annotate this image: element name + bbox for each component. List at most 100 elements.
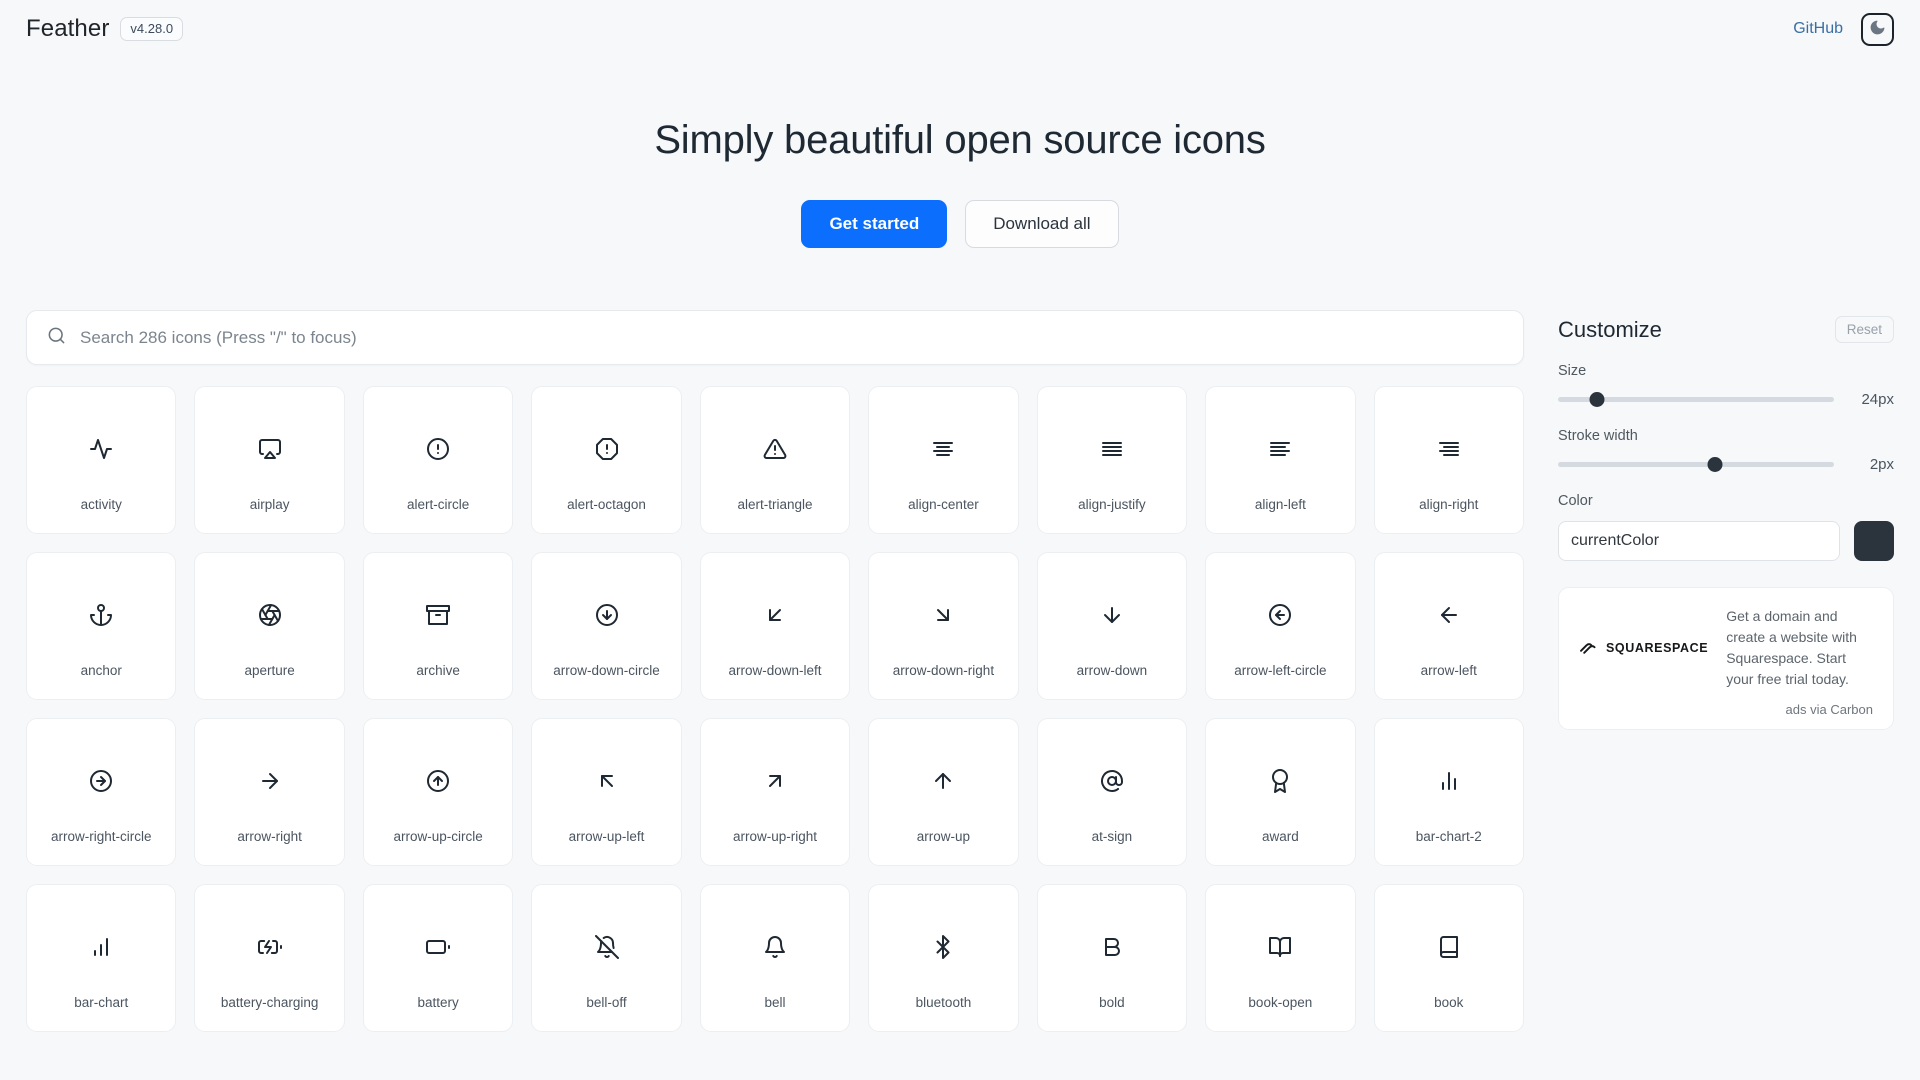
icon-card-bar-chart-2[interactable]: bar-chart-2 xyxy=(1373,718,1524,867)
icon-card-anchor[interactable]: anchor xyxy=(26,552,177,701)
icon-label: bar-chart xyxy=(74,995,129,1011)
search-bar[interactable] xyxy=(26,310,1524,366)
arrow-up-right-icon xyxy=(763,769,787,793)
icon-card-arrow-up-left[interactable]: arrow-up-left xyxy=(531,718,682,867)
alert-circle-icon xyxy=(426,437,450,461)
ad-body: SQUARESPACE Get a domain and create a we… xyxy=(1579,606,1873,690)
icon-card-award[interactable]: award xyxy=(1205,718,1356,867)
reset-button[interactable]: Reset xyxy=(1834,316,1894,344)
theme-toggle-button[interactable] xyxy=(1861,12,1894,46)
arrow-up-circle-icon xyxy=(426,769,450,793)
arrow-right-icon xyxy=(258,769,282,793)
site-header: Feather v4.28.0 GitHub xyxy=(0,0,1920,58)
icon-card-bluetooth[interactable]: bluetooth xyxy=(868,884,1019,1033)
icon-card-bell[interactable]: bell xyxy=(699,884,851,1033)
sidebar: Customize Reset Size 24px Stroke width 2… xyxy=(1558,310,1894,731)
icon-card-bell-off[interactable]: bell-off xyxy=(531,884,682,1033)
customize-panel-header: Customize Reset xyxy=(1558,316,1894,344)
icon-card-align-justify[interactable]: align-justify xyxy=(1036,386,1188,535)
icon-card-alert-triangle[interactable]: alert-triangle xyxy=(699,386,851,535)
hero-section: Simply beautiful open source icons Get s… xyxy=(0,58,1920,249)
main-content: activity airplay alert-circle alert-octagon… xyxy=(0,310,1920,1033)
size-slider-row: 24px xyxy=(1558,391,1894,408)
stroke-width-label: Stroke width xyxy=(1558,428,1638,445)
icon-card-arrow-left-circle[interactable]: arrow-left-circle xyxy=(1205,552,1356,701)
icon-label: arrow-down-left xyxy=(728,663,822,679)
arrow-down-right-icon xyxy=(931,603,955,627)
icon-card-arrow-right-circle[interactable]: arrow-right-circle xyxy=(26,718,177,867)
icons-column: activity airplay alert-circle alert-octagon… xyxy=(26,310,1524,1033)
get-started-button[interactable]: Get started xyxy=(801,200,948,249)
icon-label: award xyxy=(1261,829,1299,845)
icon-card-bold[interactable]: bold xyxy=(1036,884,1188,1033)
brand: Feather v4.28.0 xyxy=(26,15,184,43)
icon-card-arrow-down[interactable]: arrow-down xyxy=(1036,552,1188,701)
search-input[interactable] xyxy=(80,327,1503,348)
icon-label: align-center xyxy=(908,497,979,513)
icon-card-book[interactable]: book xyxy=(1373,884,1524,1033)
icon-label: bell-off xyxy=(586,995,627,1011)
icon-card-battery[interactable]: battery xyxy=(362,884,514,1033)
icon-label: align-justify xyxy=(1078,497,1146,513)
stroke-width-value: 2px xyxy=(1869,456,1894,474)
stroke-width-slider[interactable] xyxy=(1558,457,1834,473)
icon-card-battery-charging[interactable]: battery-charging xyxy=(194,884,345,1033)
icon-card-arrow-left[interactable]: arrow-left xyxy=(1373,552,1524,701)
arrow-down-left-icon xyxy=(763,603,787,627)
header-actions: GitHub xyxy=(1793,12,1894,46)
color-swatch[interactable] xyxy=(1854,521,1894,562)
alert-triangle-icon xyxy=(763,437,787,461)
book-icon xyxy=(1437,935,1461,959)
icon-card-align-right[interactable]: align-right xyxy=(1373,386,1524,535)
icon-label: activity xyxy=(80,497,122,513)
icon-label: aperture xyxy=(244,663,295,679)
icon-label: archive xyxy=(416,663,460,679)
icon-card-aperture[interactable]: aperture xyxy=(194,552,345,701)
award-icon xyxy=(1268,769,1292,794)
github-link[interactable]: GitHub xyxy=(1793,20,1843,38)
icon-card-arrow-down-left[interactable]: arrow-down-left xyxy=(699,552,851,701)
icon-card-arrow-down-right[interactable]: arrow-down-right xyxy=(868,552,1019,701)
icon-label: arrow-up-circle xyxy=(393,829,483,845)
carbon-ad[interactable]: SQUARESPACE Get a domain and create a we… xyxy=(1558,587,1894,731)
icon-card-arrow-up-circle[interactable]: arrow-up-circle xyxy=(362,718,514,867)
icon-label: bell xyxy=(764,995,786,1011)
icon-card-arrow-up-right[interactable]: arrow-up-right xyxy=(699,718,851,867)
icon-label: bar-chart-2 xyxy=(1415,829,1482,845)
icon-card-alert-octagon[interactable]: alert-octagon xyxy=(531,386,682,535)
icon-label: bold xyxy=(1099,995,1125,1011)
icon-label: alert-triangle xyxy=(737,497,813,513)
icon-card-book-open[interactable]: book-open xyxy=(1205,884,1356,1033)
icon-card-align-center[interactable]: align-center xyxy=(868,386,1019,535)
icon-label: book xyxy=(1434,995,1464,1011)
icon-card-arrow-down-circle[interactable]: arrow-down-circle xyxy=(531,552,682,701)
stroke-width-field: Stroke width 2px xyxy=(1558,428,1894,473)
icon-card-archive[interactable]: archive xyxy=(362,552,514,701)
icon-card-airplay[interactable]: airplay xyxy=(194,386,345,535)
color-input[interactable] xyxy=(1558,521,1840,562)
size-slider[interactable] xyxy=(1558,392,1834,408)
arrow-left-circle-icon xyxy=(1268,603,1292,627)
bell-off-icon xyxy=(594,935,619,960)
icon-card-bar-chart[interactable]: bar-chart xyxy=(26,884,177,1033)
ad-logo-text: SQUARESPACE xyxy=(1606,641,1709,656)
icon-card-alert-circle[interactable]: alert-circle xyxy=(362,386,514,535)
icon-card-at-sign[interactable]: at-sign xyxy=(1036,718,1188,867)
download-all-button[interactable]: Download all xyxy=(965,200,1119,249)
arrow-down-circle-icon xyxy=(595,603,619,627)
icon-card-activity[interactable]: activity xyxy=(26,386,177,535)
icon-card-arrow-right[interactable]: arrow-right xyxy=(194,718,345,867)
align-right-icon xyxy=(1437,437,1461,461)
battery-icon xyxy=(426,935,451,959)
icon-label: arrow-down xyxy=(1076,663,1148,679)
size-slider-thumb[interactable] xyxy=(1589,392,1605,408)
moon-icon xyxy=(1869,19,1886,39)
icon-card-arrow-up[interactable]: arrow-up xyxy=(868,718,1019,867)
brand-name: Feather xyxy=(26,15,110,42)
aperture-icon xyxy=(258,603,282,627)
icon-label: align-left xyxy=(1254,497,1306,513)
icon-label: align-right xyxy=(1419,497,1479,513)
stroke-slider-thumb[interactable] xyxy=(1707,457,1723,473)
icon-card-align-left[interactable]: align-left xyxy=(1205,386,1356,535)
icon-label: alert-octagon xyxy=(567,497,646,513)
